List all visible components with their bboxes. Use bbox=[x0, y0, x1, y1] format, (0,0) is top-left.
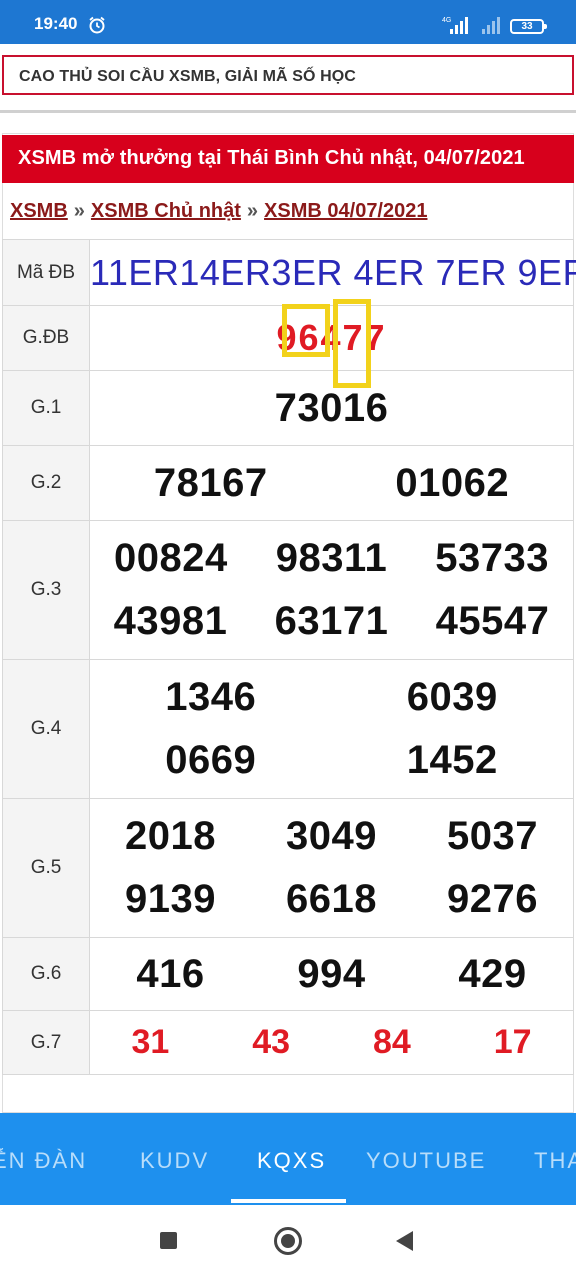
prize-number: 1346 bbox=[165, 675, 257, 719]
row-label: G.ĐB bbox=[2, 305, 90, 371]
row-g1: G.1 73016 bbox=[2, 370, 574, 446]
prize-number: 0669 bbox=[165, 738, 257, 782]
breadcrumb-link-xsmb-chu-nhat[interactable]: XSMB Chủ nhật bbox=[91, 200, 241, 222]
row-label: G.3 bbox=[2, 520, 90, 660]
prize-number: 9139 bbox=[125, 877, 216, 921]
back-icon[interactable] bbox=[396, 1231, 413, 1251]
tab-kqxs[interactable]: KQXS bbox=[257, 1148, 326, 1174]
row-g7: G.7 31 43 84 17 bbox=[2, 1010, 574, 1075]
prize-number: 73016 bbox=[274, 385, 389, 430]
row-label: G.6 bbox=[2, 937, 90, 1011]
home-icon[interactable] bbox=[274, 1227, 302, 1255]
prize-number: 17 bbox=[493, 1023, 532, 1061]
row-ma-db: Mã ĐB 11ER14ER3ER 4ER 7ER 9ER bbox=[2, 239, 576, 306]
prize-number: 429 bbox=[458, 951, 527, 996]
results-header: XSMB mở thưởng tại Thái Bình Chủ nhật, 0… bbox=[2, 135, 574, 183]
prize-number: 53733 bbox=[435, 536, 549, 580]
active-tab-indicator bbox=[231, 1199, 346, 1203]
row-g2: G.2 78167 01062 bbox=[2, 445, 574, 521]
prize-number: 6039 bbox=[406, 675, 498, 719]
special-code: 11ER14ER3ER 4ER 7ER 9ER bbox=[90, 251, 576, 293]
row-label: G.7 bbox=[2, 1010, 90, 1075]
row-label: G.4 bbox=[2, 659, 90, 799]
prize-number: 98311 bbox=[275, 536, 388, 580]
results-table: Mã ĐB 11ER14ER3ER 4ER 7ER 9ER G.ĐB 96477… bbox=[2, 239, 576, 1075]
prize-number: 1452 bbox=[406, 738, 498, 782]
tab-youtube[interactable]: YOUTUBE bbox=[366, 1148, 486, 1174]
system-nav-bar bbox=[0, 1205, 576, 1280]
prize-number: 6618 bbox=[286, 877, 377, 921]
prize-number: 63171 bbox=[274, 599, 389, 643]
recents-icon[interactable] bbox=[160, 1232, 177, 1249]
breadcrumb-separator: » bbox=[73, 200, 85, 222]
row-label: G.5 bbox=[2, 798, 90, 938]
row-g3: G.3 00824 98311 53733 43981 63171 45547 bbox=[2, 520, 574, 660]
highlight-box bbox=[282, 304, 330, 357]
status-bar: 19:40 4G 33 bbox=[0, 0, 576, 44]
battery-icon: 33 bbox=[510, 19, 547, 34]
row-label: G.2 bbox=[2, 445, 90, 521]
row-gdb: G.ĐB 96477 bbox=[2, 299, 574, 388]
row-g5: G.5 2018 3049 5037 9139 6618 9276 bbox=[2, 798, 574, 938]
network-label: 4G bbox=[442, 17, 451, 24]
breadcrumb-separator: » bbox=[246, 200, 259, 222]
prize-number: 3049 bbox=[286, 814, 377, 858]
prize-number: 5037 bbox=[447, 814, 538, 858]
prize-number: 2018 bbox=[125, 814, 216, 858]
breadcrumb-link-xsmb-date[interactable]: XSMB 04/07/2021 bbox=[264, 200, 427, 222]
row-label: G.1 bbox=[2, 370, 90, 446]
prize-number: 31 bbox=[131, 1023, 170, 1061]
row-g6: G.6 416 994 429 bbox=[2, 937, 574, 1011]
prize-number: 43981 bbox=[113, 599, 228, 643]
prize-number: 994 bbox=[297, 951, 366, 996]
row-g4: G.4 1346 6039 0669 1452 bbox=[2, 659, 574, 799]
breadcrumb: XSMB» XSMB Chủ nhật» XSMB 04/07/2021 bbox=[10, 200, 427, 223]
special-prize-number: 96477 bbox=[276, 317, 387, 358]
status-time: 19:40 bbox=[34, 14, 78, 33]
row-label: Mã ĐB bbox=[2, 239, 90, 306]
breadcrumb-link-xsmb[interactable]: XSMB bbox=[10, 200, 68, 222]
tab-dien-dan[interactable]: ỄN ĐÀN bbox=[0, 1148, 87, 1174]
prize-number: 01062 bbox=[395, 460, 510, 505]
bottom-tab-bar: ỄN ĐÀN KUDV KQXS YOUTUBE THA bbox=[0, 1113, 576, 1205]
prize-number: 84 bbox=[372, 1023, 411, 1061]
divider bbox=[0, 110, 576, 113]
prize-number: 416 bbox=[136, 951, 205, 996]
alarm-icon bbox=[89, 16, 105, 34]
prize-number: 00824 bbox=[114, 536, 228, 580]
promo-banner[interactable]: CAO THỦ SOI CẦU XSMB, GIẢI MÃ SỐ HỌC bbox=[2, 55, 574, 95]
prize-number: 9276 bbox=[447, 877, 538, 921]
results-title: XSMB mở thưởng tại Thái Bình Chủ nhật, 0… bbox=[18, 147, 525, 169]
prize-number: 78167 bbox=[153, 460, 268, 505]
signal-secondary-icon bbox=[482, 17, 500, 34]
prize-number: 45547 bbox=[435, 599, 550, 643]
promo-banner-text: CAO THỦ SOI CẦU XSMB, GIẢI MÃ SỐ HỌC bbox=[19, 68, 356, 85]
tab-tha[interactable]: THA bbox=[534, 1148, 576, 1174]
tab-kudv[interactable]: KUDV bbox=[140, 1148, 209, 1174]
prize-number: 43 bbox=[252, 1023, 291, 1061]
signal-4g-icon: 4G bbox=[442, 17, 468, 34]
